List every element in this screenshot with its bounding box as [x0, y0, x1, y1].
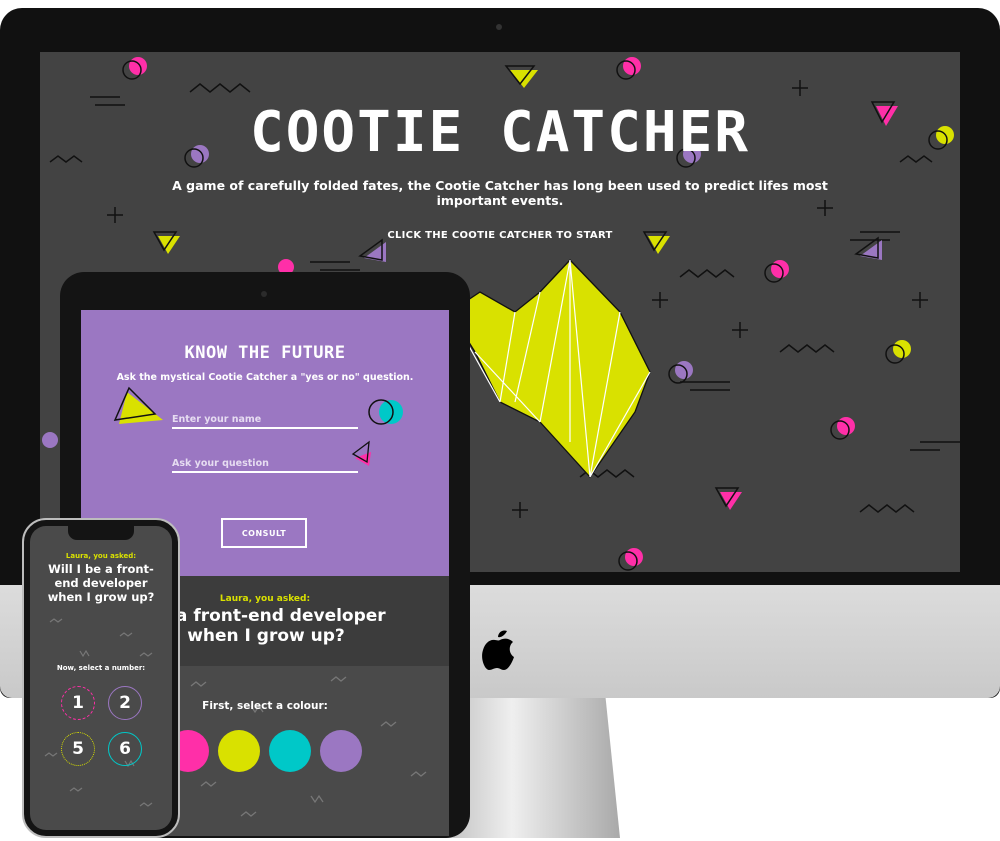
page-title: COOTIE CATCHER: [249, 100, 750, 165]
number-prompt: Now, select a number:: [56, 664, 146, 672]
phone-screen: Laura, you asked: Will I be a front-end …: [30, 526, 172, 830]
colour-swatch-purple[interactable]: [320, 730, 362, 772]
number-button-6[interactable]: 6: [108, 732, 142, 766]
apple-logo-icon: [482, 630, 514, 670]
camera-icon: [261, 291, 267, 297]
number-button-1[interactable]: 1: [61, 686, 95, 720]
circle-decoration-icon: [368, 399, 403, 425]
camera-icon: [496, 24, 502, 30]
start-instruction: CLICK THE COOTIE CATCHER TO START: [387, 230, 613, 241]
triangle-decoration-icon: [113, 386, 163, 424]
page-subtitle: A game of carefully folded fates, the Co…: [172, 178, 828, 208]
form-heading: KNOW THE FUTURE: [184, 343, 346, 363]
number-button-5[interactable]: 5: [61, 732, 95, 766]
consult-button[interactable]: CONSULT: [221, 518, 307, 548]
asked-question: Will I be a front-end developer when I g…: [47, 562, 155, 604]
form-instruction: Ask the mystical Cootie Catcher a "yes o…: [116, 372, 414, 383]
asked-label: Laura, you asked:: [65, 552, 137, 560]
name-input[interactable]: [172, 414, 358, 429]
phone-notch: [68, 526, 134, 540]
number-button-2[interactable]: 2: [108, 686, 142, 720]
colour-swatch-cyan[interactable]: [269, 730, 311, 772]
triangle-pink-icon: [351, 440, 371, 466]
colour-swatch-lime[interactable]: [218, 730, 260, 772]
question-input[interactable]: [172, 458, 358, 473]
